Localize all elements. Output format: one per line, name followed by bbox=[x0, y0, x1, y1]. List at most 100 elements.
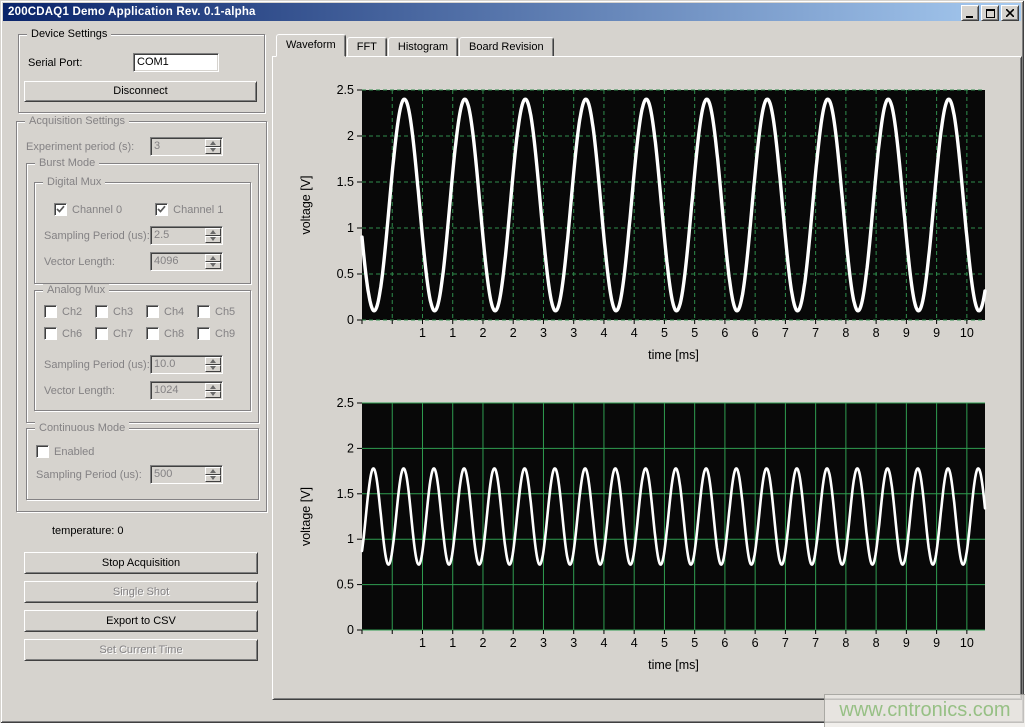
x-tick-label: 8 bbox=[873, 636, 880, 650]
checkbox-channel-0-box[interactable] bbox=[54, 203, 67, 216]
x-tick-label: 9 bbox=[933, 326, 940, 340]
digital-sampling-period-spinner[interactable]: 2.5 bbox=[150, 226, 223, 245]
export-to-csv-button[interactable]: Export to CSV bbox=[24, 610, 258, 632]
continuous-mode-legend: Continuous Mode bbox=[35, 422, 129, 434]
minimize-button[interactable] bbox=[961, 5, 979, 21]
checkbox-ch4-box[interactable] bbox=[146, 305, 159, 318]
tab-waveform[interactable]: Waveform bbox=[276, 34, 346, 57]
x-tick-label: 5 bbox=[691, 326, 698, 340]
analog-sampling-period-spinner[interactable]: 10.0 bbox=[150, 355, 223, 374]
x-tick-label: 6 bbox=[721, 326, 728, 340]
checkbox-channel-1-box[interactable] bbox=[155, 203, 168, 216]
maximize-button[interactable] bbox=[981, 5, 999, 21]
checkbox-continuous-enabled-box[interactable] bbox=[36, 445, 49, 458]
waveform-charts: 00.511.522.511223344556677889910time [ms… bbox=[273, 57, 1021, 699]
arrow-down-icon bbox=[210, 263, 216, 267]
x-tick-label: 2 bbox=[510, 636, 517, 650]
checkbox-ch2[interactable]: Ch2 bbox=[44, 305, 95, 318]
title-bar[interactable]: 200CDAQ1 Demo Application Rev. 0.1-alpha bbox=[3, 3, 1021, 21]
digital-vector-length-spinner[interactable]: 4096 bbox=[150, 252, 223, 271]
stop-acquisition-button[interactable]: Stop Acquisition bbox=[24, 552, 258, 574]
y-tick-label: 1 bbox=[347, 221, 354, 235]
arrow-up-icon bbox=[210, 385, 216, 389]
arrow-up-icon bbox=[210, 256, 216, 260]
x-tick-label: 1 bbox=[419, 326, 426, 340]
spin-down-button[interactable] bbox=[205, 262, 221, 270]
disconnect-button[interactable]: Disconnect bbox=[24, 81, 257, 102]
spin-down-button[interactable] bbox=[205, 147, 221, 155]
checkbox-channel-1[interactable]: Channel 1 bbox=[155, 203, 223, 216]
checkbox-ch5[interactable]: Ch5 bbox=[197, 305, 248, 318]
spin-up-button[interactable] bbox=[205, 139, 221, 147]
x-tick-label: 10 bbox=[960, 326, 974, 340]
spin-up-button[interactable] bbox=[205, 357, 221, 365]
temperature-label: temperature: 0 bbox=[52, 525, 124, 537]
tab-histogram[interactable]: Histogram bbox=[388, 37, 458, 57]
app-window: 200CDAQ1 Demo Application Rev. 0.1-alpha… bbox=[0, 0, 1024, 723]
checkbox-ch7[interactable]: Ch7 bbox=[95, 327, 146, 340]
x-tick-label: 10 bbox=[960, 636, 974, 650]
digital-sampling-period-label: Sampling Period (us): bbox=[44, 230, 150, 242]
x-tick-label: 9 bbox=[903, 326, 910, 340]
checkbox-ch9[interactable]: Ch9 bbox=[197, 327, 248, 340]
checkbox-ch8[interactable]: Ch8 bbox=[146, 327, 197, 340]
x-tick-label: 4 bbox=[600, 636, 607, 650]
checkbox-ch5-box[interactable] bbox=[197, 305, 210, 318]
checkbox-ch8-box[interactable] bbox=[146, 327, 159, 340]
analog-channel-checkboxes: Ch2 Ch3 Ch4Ch5 Ch6Ch7Ch8Ch9 bbox=[44, 305, 248, 340]
spin-up-button[interactable] bbox=[205, 467, 221, 475]
spin-up-button[interactable] bbox=[205, 228, 221, 236]
serial-port-input[interactable]: COM1 bbox=[133, 53, 219, 72]
experiment-period-spinner[interactable]: 3 bbox=[150, 137, 223, 156]
checkbox-ch3-label: Ch3 bbox=[113, 306, 133, 318]
checkbox-ch7-box[interactable] bbox=[95, 327, 108, 340]
checkbox-ch6-box[interactable] bbox=[44, 327, 57, 340]
spinner-buttons bbox=[205, 467, 221, 482]
tab-fft[interactable]: FFT bbox=[347, 37, 387, 57]
spin-down-button[interactable] bbox=[205, 365, 221, 373]
continuous-sampling-period-spinner[interactable]: 500 bbox=[150, 465, 223, 484]
checkbox-channel-0[interactable]: Channel 0 bbox=[54, 203, 122, 216]
analog-vector-length-spinner[interactable]: 1024 bbox=[150, 381, 223, 400]
close-icon bbox=[1006, 9, 1014, 17]
checkbox-continuous-enabled[interactable]: Enabled bbox=[36, 445, 94, 458]
spin-down-button[interactable] bbox=[205, 475, 221, 483]
spinner-buttons bbox=[205, 383, 221, 398]
arrow-up-icon bbox=[210, 230, 216, 234]
x-tick-label: 2 bbox=[479, 326, 486, 340]
checkbox-ch6[interactable]: Ch6 bbox=[44, 327, 95, 340]
tab-board-revision[interactable]: Board Revision bbox=[459, 37, 554, 57]
waveform-tab-page: 00.511.522.511223344556677889910time [ms… bbox=[272, 56, 1022, 700]
x-tick-label: 3 bbox=[540, 636, 547, 650]
arrow-down-icon bbox=[210, 476, 216, 480]
spin-up-button[interactable] bbox=[205, 254, 221, 262]
y-tick-label: 0.5 bbox=[337, 267, 354, 281]
checkbox-continuous-enabled-label: Enabled bbox=[54, 446, 94, 458]
arrow-up-icon bbox=[210, 359, 216, 363]
x-tick-label: 6 bbox=[752, 326, 759, 340]
y-axis-label: voltage [V] bbox=[299, 175, 313, 234]
continuous-sampling-period-label: Sampling Period (us): bbox=[36, 469, 142, 481]
y-axis-label: voltage [V] bbox=[299, 487, 313, 546]
checkbox-ch2-box[interactable] bbox=[44, 305, 57, 318]
close-button[interactable] bbox=[1001, 5, 1019, 21]
serial-port-label: Serial Port: bbox=[28, 57, 82, 69]
watermark: www.cntronics.com bbox=[824, 694, 1025, 727]
spin-down-button[interactable] bbox=[205, 236, 221, 244]
minimize-icon bbox=[966, 9, 974, 18]
experiment-period-value: 3 bbox=[151, 138, 205, 155]
x-tick-label: 8 bbox=[842, 636, 849, 650]
checkbox-ch9-box[interactable] bbox=[197, 327, 210, 340]
checkbox-ch4[interactable]: Ch4 bbox=[146, 305, 197, 318]
x-tick-label: 7 bbox=[782, 326, 789, 340]
spin-down-button[interactable] bbox=[205, 391, 221, 399]
check-icon bbox=[56, 205, 65, 214]
checkbox-ch3[interactable]: Ch3 bbox=[95, 305, 146, 318]
arrow-up-icon bbox=[210, 469, 216, 473]
digital-vector-length-value: 4096 bbox=[151, 253, 205, 270]
analog-sampling-period-value: 10.0 bbox=[151, 356, 205, 373]
spin-up-button[interactable] bbox=[205, 383, 221, 391]
y-tick-label: 0.5 bbox=[337, 578, 354, 592]
x-tick-label: 6 bbox=[721, 636, 728, 650]
checkbox-ch3-box[interactable] bbox=[95, 305, 108, 318]
